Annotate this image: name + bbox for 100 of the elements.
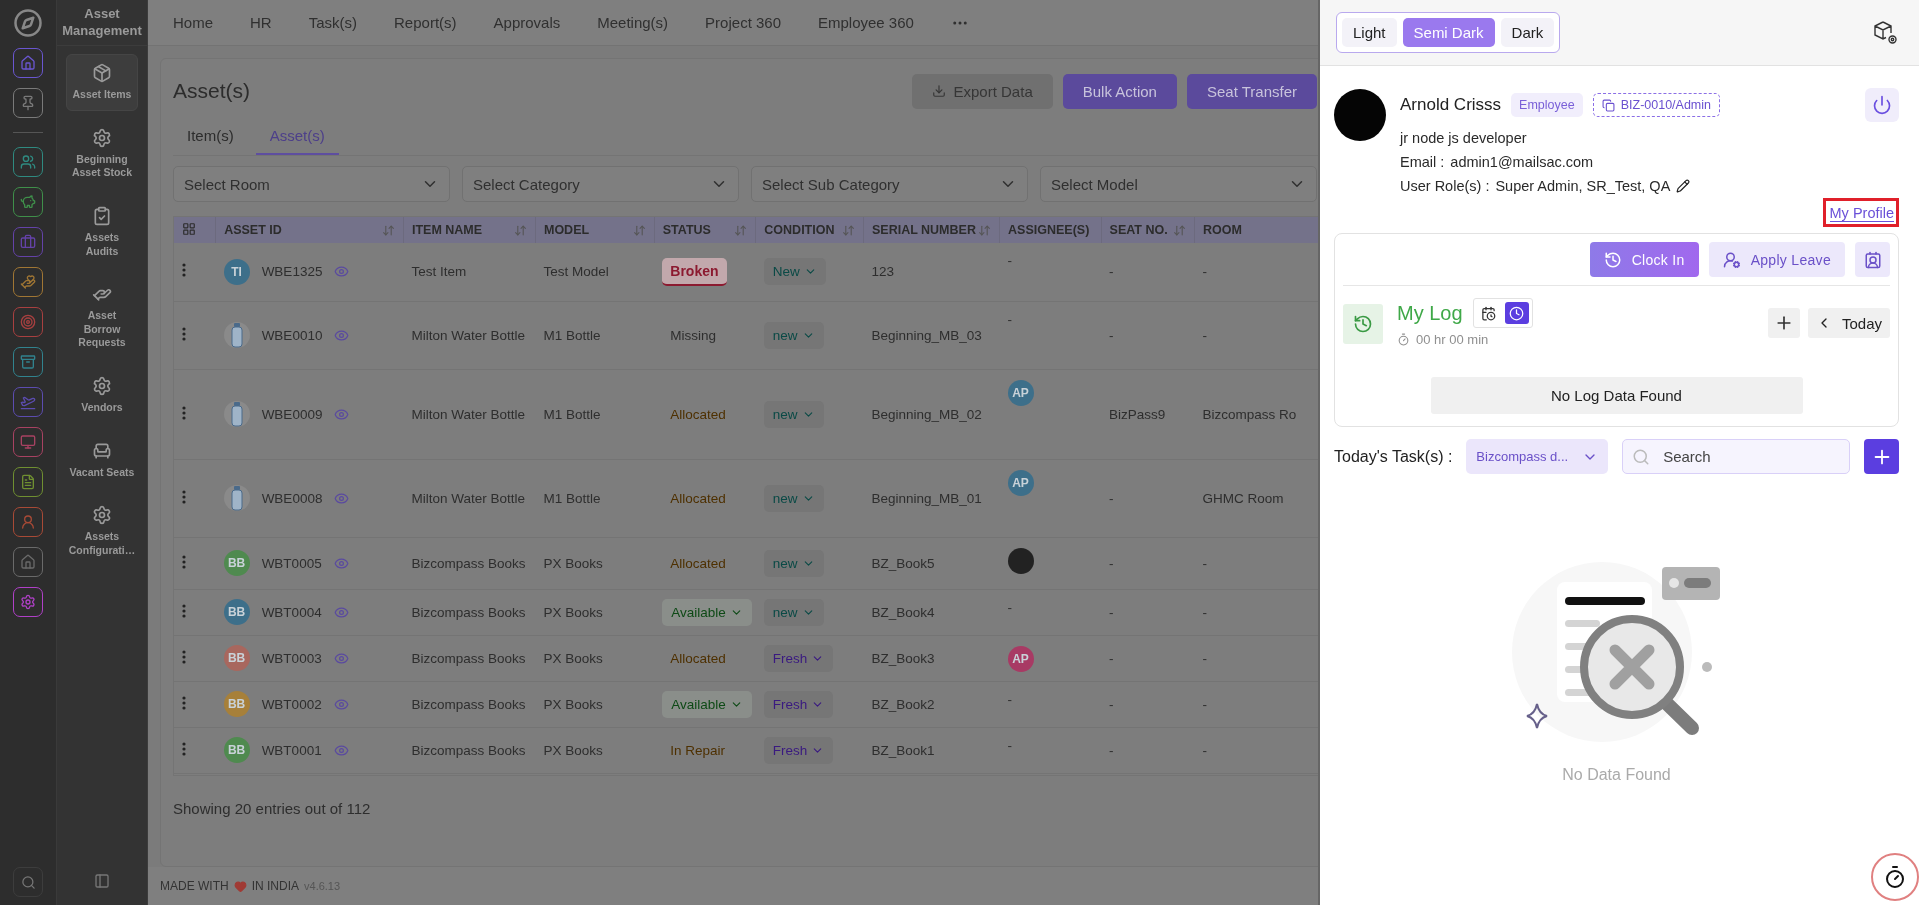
app-button[interactable] (13, 227, 43, 257)
column-header[interactable]: ASSET ID (215, 217, 404, 243)
timer-button[interactable] (1871, 853, 1919, 901)
status-dropdown[interactable]: Available (662, 598, 752, 626)
view-icon[interactable] (334, 490, 350, 506)
column-header[interactable]: ASSIGNEE(S) (999, 217, 1102, 243)
row-menu-icon[interactable] (182, 489, 186, 504)
app-button[interactable] (13, 347, 43, 377)
panel-toggle-icon[interactable] (94, 873, 110, 889)
employee-code[interactable]: BIZ-0010/Admin (1592, 93, 1720, 117)
app-button[interactable] (13, 507, 43, 537)
row-menu-icon[interactable] (182, 554, 186, 569)
sidebar-item[interactable]: Vacant Seats (66, 431, 138, 489)
app-button[interactable] (13, 467, 43, 497)
filter-select[interactable]: Select Model (1040, 166, 1317, 202)
sidebar-item[interactable]: Beginning Asset Stock (66, 118, 138, 189)
nav-link[interactable]: HR (250, 14, 272, 31)
search-button[interactable] (13, 867, 43, 897)
column-header[interactable]: ITEM NAME (403, 217, 536, 243)
row-menu-icon[interactable] (182, 405, 186, 420)
sidebar-item[interactable]: Vendors (66, 367, 138, 424)
action-button[interactable]: Export Data (911, 73, 1053, 109)
sort-icon[interactable] (632, 223, 646, 237)
sidebar-item[interactable]: Assets Configurati… (66, 496, 138, 567)
app-button[interactable] (13, 387, 43, 417)
sort-icon[interactable] (978, 223, 992, 237)
log-action-button[interactable]: Apply Leave (1708, 242, 1845, 277)
view-icon[interactable] (334, 406, 350, 422)
sidebar-item[interactable]: Asset Borrow Requests (66, 275, 138, 360)
view-toggle[interactable] (1504, 302, 1529, 324)
nav-link[interactable]: Report(s) (394, 14, 457, 31)
row-menu-icon[interactable] (182, 603, 186, 618)
column-header[interactable]: SERIAL NUMBER (863, 217, 1000, 243)
condition-dropdown[interactable]: new (763, 549, 824, 577)
app-button[interactable] (13, 147, 43, 177)
theme-option[interactable]: Dark (1500, 18, 1555, 47)
filter-select[interactable]: Select Room (173, 166, 450, 202)
view-icon[interactable] (333, 604, 349, 620)
sort-icon[interactable] (1173, 223, 1186, 237)
cube-settings-icon[interactable] (1873, 19, 1899, 46)
action-button[interactable]: Bulk Action (1062, 73, 1177, 109)
row-menu-icon[interactable] (182, 695, 186, 710)
column-header[interactable]: STATUS (654, 217, 756, 243)
my-profile-link[interactable]: My Profile (1829, 205, 1894, 222)
view-icon[interactable] (334, 327, 350, 343)
theme-option[interactable]: Light (1342, 18, 1397, 47)
nav-link[interactable]: Task(s) (308, 14, 358, 31)
sort-icon[interactable] (514, 223, 527, 237)
nav-link[interactable]: Home (173, 14, 213, 31)
add-log-button[interactable] (1767, 308, 1800, 338)
condition-dropdown[interactable]: new (763, 321, 824, 349)
theme-option[interactable]: Semi Dark (1402, 18, 1495, 47)
condition-dropdown[interactable]: new (763, 598, 824, 626)
condition-dropdown[interactable]: Fresh (763, 690, 834, 718)
nav-link[interactable]: Project 360 (705, 14, 781, 31)
filter-select[interactable]: Select Category (462, 166, 739, 202)
condition-dropdown[interactable]: Fresh (763, 644, 834, 672)
column-header[interactable]: CONDITION (755, 217, 864, 243)
view-icon[interactable] (333, 650, 349, 666)
view-icon[interactable] (334, 264, 350, 280)
log-action-button[interactable]: Clock In (1589, 242, 1699, 277)
project-select[interactable]: Bizcompass d... (1466, 439, 1609, 474)
app-button[interactable] (13, 427, 43, 457)
tab[interactable]: Asset(s) (255, 117, 339, 155)
app-button[interactable] (13, 187, 43, 217)
sidebar-item[interactable]: Assets Audits (66, 196, 138, 268)
condition-dropdown[interactable]: New (763, 258, 826, 286)
view-icon[interactable] (333, 696, 349, 712)
row-menu-icon[interactable] (182, 741, 186, 756)
column-header[interactable]: SEAT NO. (1101, 217, 1195, 243)
add-task-button[interactable] (1864, 439, 1899, 474)
column-header[interactable]: ROOM (1194, 217, 1318, 243)
date-button[interactable]: Today (1807, 308, 1890, 338)
view-icon[interactable] (333, 742, 349, 758)
nav-link[interactable]: Meeting(s) (597, 14, 669, 31)
app-button[interactable] (13, 587, 43, 617)
status-dropdown[interactable]: Available (662, 690, 752, 718)
view-icon[interactable] (333, 555, 349, 571)
condition-dropdown[interactable]: Fresh (763, 736, 834, 764)
row-menu-icon[interactable] (182, 649, 186, 664)
sidebar-item[interactable]: Asset Items (66, 54, 138, 111)
row-menu-icon[interactable] (182, 326, 186, 341)
app-button[interactable] (13, 88, 43, 118)
sort-icon[interactable] (382, 223, 395, 237)
tab[interactable]: Item(s) (173, 117, 248, 155)
search-field[interactable]: Search (1622, 439, 1850, 474)
logout-button[interactable] (1865, 88, 1899, 122)
row-menu-icon[interactable] (182, 263, 186, 278)
nav-link[interactable]: Employee 360 (818, 14, 914, 31)
app-button[interactable] (13, 547, 43, 577)
condition-dropdown[interactable]: new (763, 484, 824, 512)
app-button[interactable] (13, 307, 43, 337)
sort-icon[interactable] (734, 223, 748, 237)
profile-card-button[interactable] (1855, 242, 1890, 277)
app-button[interactable] (13, 48, 43, 78)
filter-select[interactable]: Select Sub Category (751, 166, 1028, 202)
condition-dropdown[interactable]: new (763, 400, 824, 428)
app-button[interactable] (13, 267, 43, 297)
nav-link[interactable]: Approvals (493, 14, 561, 31)
column-header[interactable]: MODEL (535, 217, 655, 243)
